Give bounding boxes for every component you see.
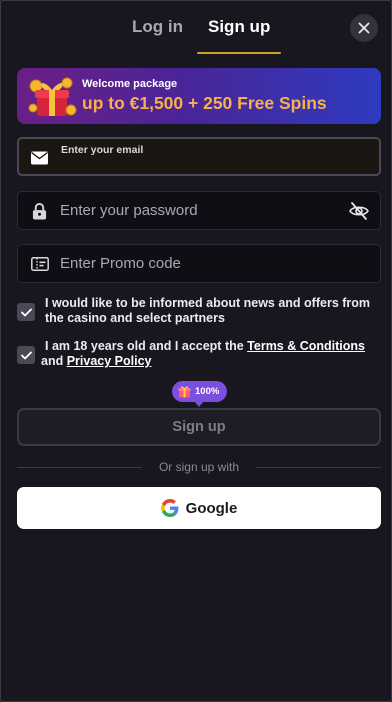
signup-modal: Log in Sign up Welcome package up to €1,… bbox=[0, 0, 392, 702]
promo-field[interactable] bbox=[17, 244, 381, 283]
google-logo-icon bbox=[160, 499, 179, 517]
news-checkbox[interactable] bbox=[17, 303, 35, 321]
age-consent-and: and bbox=[41, 354, 67, 368]
social-divider: Or sign up with bbox=[17, 460, 381, 474]
email-input[interactable] bbox=[61, 153, 341, 173]
privacy-link[interactable]: Privacy Policy bbox=[67, 354, 152, 368]
bonus-badge: 100% bbox=[172, 381, 227, 407]
email-field[interactable]: Enter your email bbox=[17, 137, 381, 176]
ticket-icon bbox=[31, 257, 49, 271]
auth-tabs: Log in Sign up bbox=[1, 1, 391, 55]
eye-off-icon[interactable] bbox=[348, 200, 370, 222]
password-field[interactable] bbox=[17, 191, 381, 230]
divider-line-right bbox=[256, 467, 381, 468]
badge-text: 100% bbox=[195, 386, 220, 397]
tab-login[interactable]: Log in bbox=[132, 17, 183, 37]
news-consent-text: I would like to be informed about news a… bbox=[45, 296, 371, 325]
banner-title: Welcome package bbox=[82, 78, 178, 90]
gift-box-icon bbox=[28, 77, 77, 116]
close-button[interactable] bbox=[350, 14, 378, 42]
banner-offer: up to €1,500 + 250 Free Spins bbox=[82, 93, 327, 113]
welcome-banner[interactable]: Welcome package up to €1,500 + 250 Free … bbox=[17, 68, 381, 124]
close-icon bbox=[358, 22, 370, 34]
google-button-label: Google bbox=[185, 499, 238, 517]
lock-icon bbox=[32, 203, 47, 220]
checkmark-icon bbox=[20, 308, 32, 316]
age-consent-text: I am 18 years old and I accept the Terms… bbox=[41, 339, 385, 369]
checkmark-icon bbox=[20, 351, 32, 359]
password-input[interactable] bbox=[60, 192, 340, 229]
google-signup-button[interactable]: Google bbox=[17, 487, 381, 529]
gift-icon bbox=[178, 386, 191, 398]
terms-link[interactable]: Terms & Conditions bbox=[247, 339, 365, 353]
age-checkbox[interactable] bbox=[17, 346, 35, 364]
active-tab-indicator bbox=[197, 52, 281, 54]
envelope-icon bbox=[31, 151, 48, 165]
tab-signup[interactable]: Sign up bbox=[208, 17, 270, 37]
age-consent-prefix: I am 18 years old and I accept the bbox=[45, 339, 248, 353]
signup-button[interactable]: Sign up bbox=[17, 408, 381, 446]
promo-input[interactable] bbox=[60, 245, 340, 282]
